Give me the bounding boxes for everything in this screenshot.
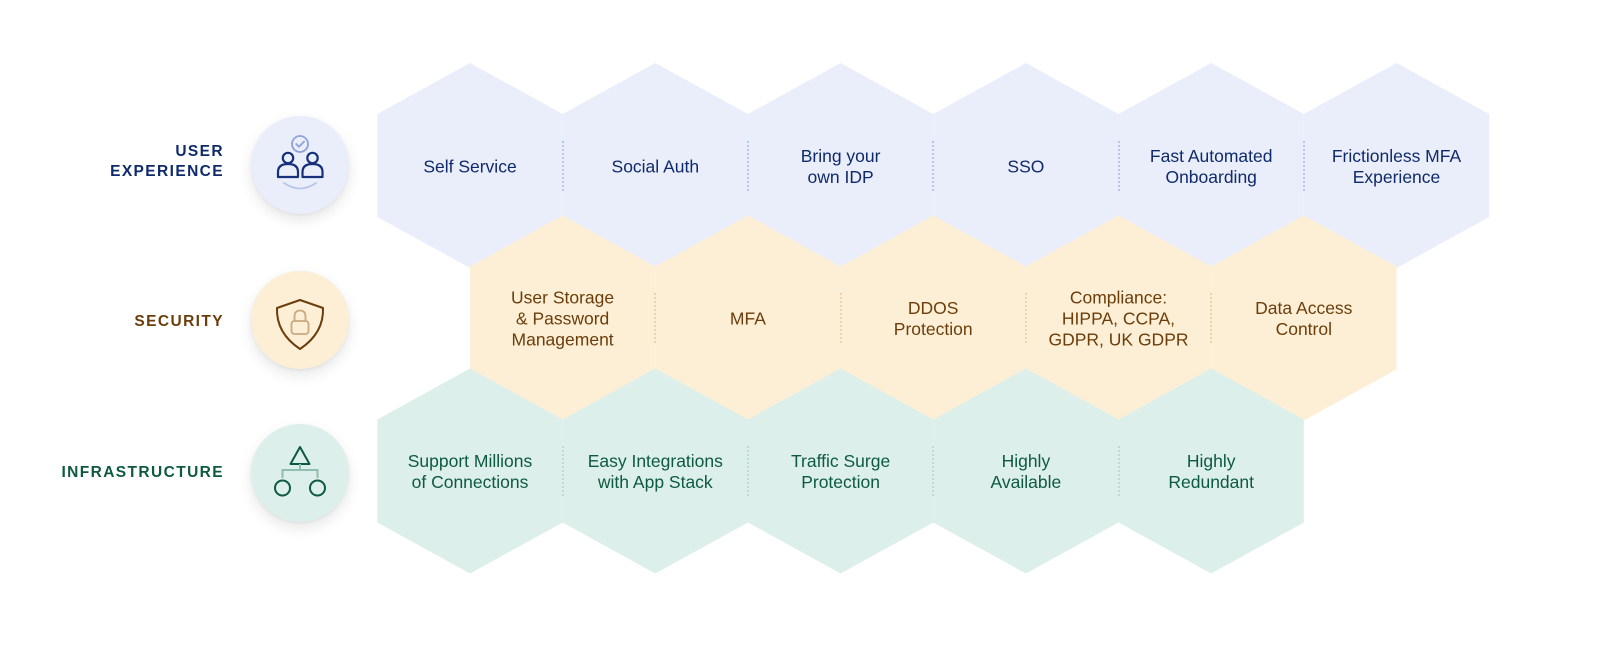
hex-divider: [932, 140, 935, 191]
hex-label-line: Self Service: [423, 156, 517, 176]
hex-label-line: Fast Automated: [1149, 145, 1273, 166]
hex-label-line: Protection: [893, 319, 973, 339]
hex-label: Data Access Control: [1219, 298, 1389, 340]
hex-label: MFA: [663, 309, 833, 330]
hex-label-line: with App Stack: [597, 472, 713, 492]
hex-divider: [746, 140, 749, 191]
hex-label: Bring your own IDP: [756, 146, 926, 188]
row-label-infrastructure: INFRASTRUCTURE: [61, 463, 224, 483]
hex-divider: [746, 446, 749, 496]
users-check-icon: [276, 135, 324, 190]
hex-label-line: Protection: [801, 472, 880, 492]
hex-label: Traffic Surge Protection: [756, 451, 926, 493]
hex-divider: [1302, 140, 1305, 191]
hex-divider: [932, 446, 935, 496]
hex-label-line: Frictionless MFA: [1331, 145, 1462, 166]
hex-label: DDOS Protection: [848, 298, 1018, 340]
hex-label-line: own IDP: [807, 166, 874, 187]
hex-label-line: Compliance:: [1069, 287, 1168, 308]
hex-divider: [1210, 293, 1213, 343]
hex-label-line: Management: [511, 329, 614, 350]
hex-divider: [1117, 140, 1120, 191]
row-label-line: EXPERIENCE: [110, 163, 224, 180]
row-label-user-experience: USER EXPERIENCE: [110, 142, 224, 182]
hex-divider: [561, 446, 564, 496]
hex-label: Easy Integrations with App Stack: [570, 451, 740, 493]
hex-label: Highly Redundant: [1126, 451, 1296, 493]
hex-label-line: Highly: [1001, 451, 1051, 471]
hex-label: Fast Automated Onboarding: [1126, 146, 1296, 188]
hex-label-line: GDPR, UK GDPR: [1048, 329, 1189, 350]
hex-label-line: Social Auth: [611, 156, 700, 176]
hex-label-line: & Password: [515, 308, 610, 329]
hex-divider: [839, 293, 842, 343]
hex-divider: [561, 140, 564, 191]
hex-label-line: Experience: [1352, 166, 1441, 187]
hex-label-line: Traffic Surge: [790, 451, 891, 471]
hex-label-line: Onboarding: [1165, 166, 1257, 187]
hex-label: Support Millions of Connections: [385, 451, 555, 493]
network-hierarchy-icon: [274, 446, 326, 497]
hex-label-line: User Storage: [511, 287, 615, 308]
hex-label-line: HIPPA, CCPA,: [1061, 308, 1176, 329]
infrastructure-badge: [251, 424, 349, 522]
hex-label: Self Service: [385, 156, 555, 177]
hex-label-line: Available: [990, 472, 1062, 492]
hex-label: Highly Available: [941, 451, 1111, 493]
hex-label: Compliance: HIPPA, CCPA, GDPR, UK GDPR: [1034, 288, 1204, 351]
security-badge: [251, 271, 349, 369]
hex-divider: [1117, 446, 1120, 496]
row-label-line: SECURITY: [134, 313, 224, 330]
hex-label-line: Redundant: [1168, 472, 1254, 492]
hex-label-line: Support Millions: [407, 451, 533, 471]
shield-lock-icon: [275, 299, 325, 350]
hex-label-line: MFA: [729, 308, 766, 329]
hex-label-line: Control: [1275, 319, 1332, 339]
hex-label: Social Auth: [570, 156, 740, 177]
hex-divider: [654, 293, 657, 343]
hex-label-line: Data Access: [1255, 298, 1353, 318]
hex-label-line: SSO: [1007, 156, 1045, 176]
row-label-line: USER: [175, 143, 224, 160]
hex-label-line: Easy Integrations: [587, 451, 723, 471]
hex-divider: [1024, 293, 1027, 343]
hex-label: Frictionless MFA Experience: [1312, 146, 1482, 188]
user-experience-badge: [251, 116, 349, 214]
row-label-security: SECURITY: [134, 312, 224, 332]
row-label-line: INFRASTRUCTURE: [61, 464, 224, 481]
hex-label-line: Highly: [1186, 451, 1236, 471]
hex-label: SSO: [941, 156, 1111, 177]
hex-label-line: of Connections: [411, 472, 529, 492]
hex-label-line: Bring your: [800, 145, 881, 166]
hex-label-line: DDOS: [907, 298, 959, 318]
hex-label: User Storage & Password Management: [478, 288, 648, 351]
